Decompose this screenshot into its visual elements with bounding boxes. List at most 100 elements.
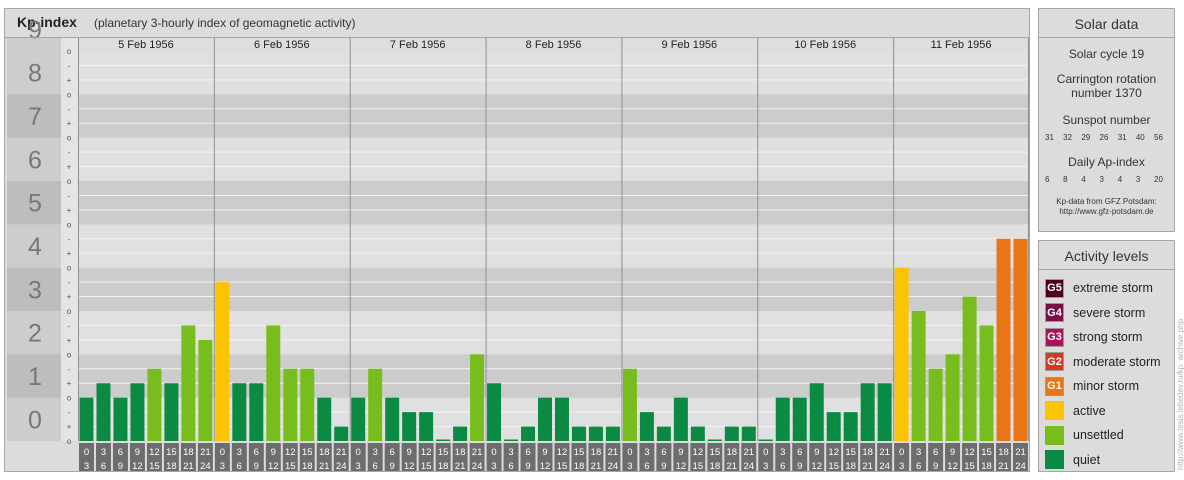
hour-label-start: 6 — [661, 447, 666, 458]
hour-label-end: 18 — [438, 461, 449, 471]
sunspot-value: 26 — [1099, 133, 1109, 142]
y-minor-tick: o — [67, 394, 72, 403]
legend-item-moderate-storm: G2 moderate storm — [1039, 350, 1174, 375]
ap-value: 6 — [1045, 175, 1050, 184]
kp-bar — [521, 426, 536, 441]
legend-label: moderate storm — [1073, 354, 1161, 369]
y-minor-tick: o — [67, 220, 72, 229]
kp-bar — [571, 426, 586, 441]
level-band — [78, 51, 1029, 95]
hour-label-end: 12 — [132, 461, 143, 471]
hour-label-start: 18 — [862, 447, 873, 458]
kp-bar — [538, 397, 552, 441]
hour-label-start: 21 — [744, 447, 755, 458]
y-minor-tick: + — [67, 163, 72, 172]
kp-bar — [724, 426, 739, 441]
y-minor-tick: o — [67, 177, 72, 186]
sunspot-values: 31 32 29 26 31 40 56 — [1039, 133, 1174, 142]
hour-label-start: 15 — [166, 447, 177, 458]
ap-value: 8 — [1063, 175, 1068, 184]
legend-item-unsettled: unsettled — [1039, 423, 1174, 448]
kp-bar — [775, 397, 790, 441]
kp-bar — [690, 426, 705, 441]
legend-label: active — [1073, 403, 1106, 418]
watermark-url[interactable]: http://www.tesis.lebedev.ru/kp_archive.p… — [1176, 319, 1184, 470]
kp-bar — [911, 311, 926, 441]
hour-label-start: 15 — [845, 447, 856, 458]
legend-item-quiet: quiet — [1039, 448, 1174, 473]
hour-label-end: 6 — [916, 461, 921, 471]
kp-bar — [605, 426, 620, 441]
kp-bar — [232, 383, 247, 441]
legend-item-minor-storm: G1 minor storm — [1039, 374, 1174, 399]
hour-label-end: 3 — [84, 461, 89, 471]
hour-label-end: 18 — [574, 461, 585, 471]
kp-bar — [894, 267, 909, 441]
kp-bar — [860, 383, 875, 441]
day-label: 5 Feb 1956 — [118, 39, 174, 51]
kp-bar — [470, 354, 485, 441]
hour-label-start: 18 — [727, 447, 738, 458]
y-minor-tick: + — [67, 249, 72, 258]
hour-label-end: 18 — [981, 461, 992, 471]
kp-bar — [181, 325, 196, 441]
hour-label-start: 18 — [319, 447, 330, 458]
hour-label-end: 9 — [661, 461, 666, 471]
hour-label-start: 12 — [285, 447, 296, 458]
hour-label-start: 0 — [84, 447, 89, 458]
y-minor-tick: + — [67, 379, 72, 388]
hour-label-end: 18 — [166, 461, 177, 471]
kp-bar — [147, 368, 162, 441]
ap-value: 4 — [1081, 175, 1086, 184]
legend-swatch: G2 — [1045, 352, 1064, 372]
hour-label-start: 18 — [455, 447, 466, 458]
kp-bar — [555, 397, 569, 441]
hour-label-end: 24 — [1015, 461, 1026, 471]
y-tick-label: 3 — [28, 276, 42, 304]
sunspot-value: 56 — [1154, 133, 1163, 142]
hour-label-start: 9 — [678, 447, 683, 458]
hour-label-start: 0 — [491, 447, 496, 458]
y-tick-label: 9 — [28, 16, 42, 44]
credit-line2: http://www.gfz-potsdam.de — [1059, 207, 1154, 216]
ap-title: Daily Ap-index — [1068, 155, 1145, 169]
day-label: 10 Feb 1956 — [794, 39, 856, 51]
y-tick-label: 5 — [28, 190, 42, 218]
y-minor-tick: o — [67, 90, 72, 99]
hour-label-end: 3 — [763, 461, 768, 471]
hour-label-start: 0 — [899, 447, 904, 458]
kp-bar — [113, 397, 128, 441]
legend-swatch: G5 — [1045, 278, 1064, 298]
hour-label-end: 15 — [557, 461, 568, 471]
hour-label-end: 24 — [336, 461, 347, 471]
legend-badge: G4 — [1047, 306, 1062, 319]
hour-label-end: 12 — [811, 461, 822, 471]
kp-bar — [809, 383, 824, 441]
day-label: 7 Feb 1956 — [390, 39, 446, 51]
hour-label-end: 12 — [947, 461, 958, 471]
hour-label-end: 6 — [101, 461, 106, 471]
solar-data-title: Solar data — [1039, 9, 1174, 38]
hour-label-end: 24 — [608, 461, 619, 471]
hour-label-start: 15 — [438, 447, 449, 458]
kp-bar — [96, 383, 111, 441]
hour-label-end: 21 — [727, 461, 738, 471]
hour-label-start: 0 — [763, 447, 768, 458]
hour-label-end: 6 — [373, 461, 378, 471]
legend-swatch — [1045, 450, 1064, 470]
hour-label-start: 12 — [421, 447, 432, 458]
hour-label-start: 0 — [627, 447, 632, 458]
hour-label-start: 12 — [828, 447, 839, 458]
y-minor-tick: - — [68, 321, 71, 330]
hour-label-start: 6 — [797, 447, 802, 458]
y-tick-label: 8 — [28, 60, 42, 88]
ap-values: 6 8 4 3 4 3 20 — [1039, 175, 1174, 184]
kp-bar — [368, 368, 383, 441]
hour-label-start: 9 — [814, 447, 819, 458]
solar-data-panel: Solar data Solar cycle 19 Carrington rot… — [1038, 8, 1175, 232]
kp-chart-panel: Kp-index (planetary 3-hourly index of ge… — [4, 8, 1030, 472]
hour-label-start: 21 — [608, 447, 619, 458]
hour-label-end: 6 — [644, 461, 649, 471]
hour-label-end: 18 — [845, 461, 856, 471]
kp-bar — [317, 397, 332, 441]
